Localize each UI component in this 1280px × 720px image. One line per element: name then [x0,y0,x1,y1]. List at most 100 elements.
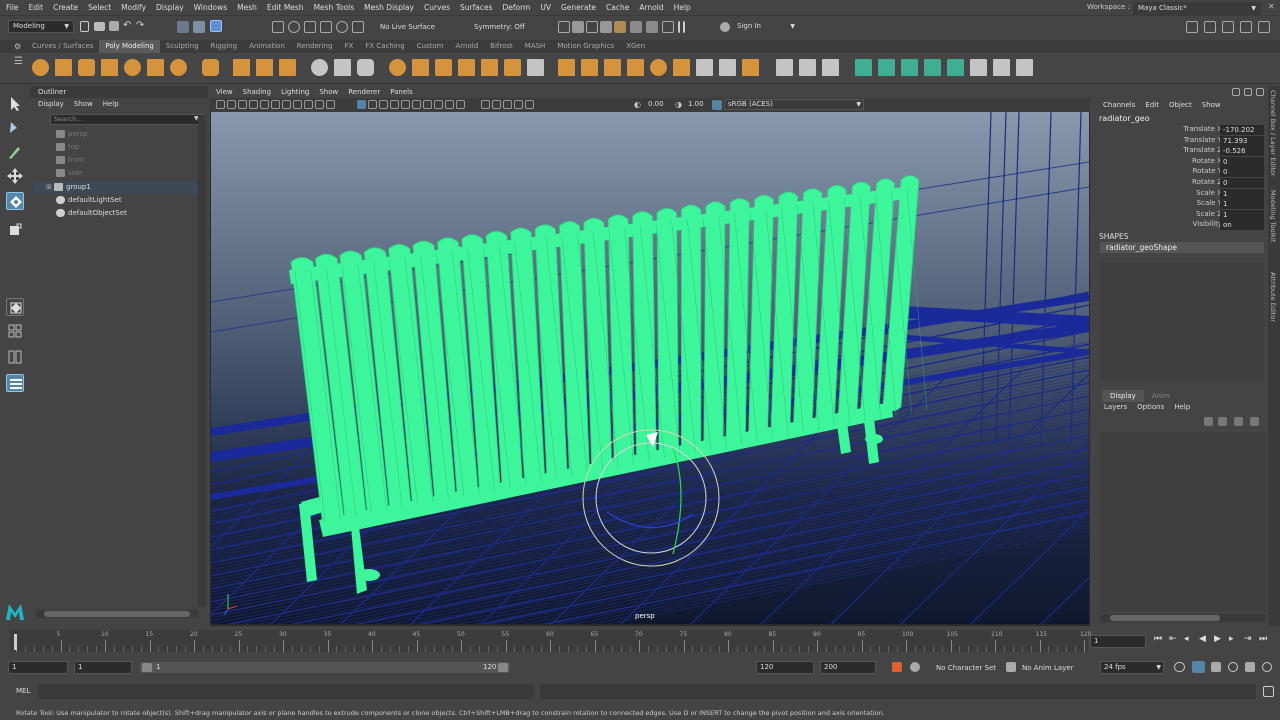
channel-row-visibility[interactable]: Visibility on [1096,220,1264,231]
channel-value[interactable]: 71.393 [1220,135,1264,146]
xray-components-icon[interactable] [514,100,523,109]
outliner-item[interactable]: defaultLightSet [34,194,198,207]
transfer-attributes-icon[interactable] [878,59,895,76]
toggle-attribute-editor-icon[interactable] [1204,21,1216,33]
panel-close-icon[interactable] [1256,88,1264,96]
viewport-menu-show[interactable]: Show [319,88,338,96]
workspace-dropdown[interactable]: Maya Classic* ▼ [1133,2,1261,15]
channel-row-rotate-y[interactable]: Rotate Y0 [1096,167,1264,178]
layer-menu-layers[interactable]: Layers [1104,403,1127,411]
menu-deform[interactable]: Deform [497,1,535,15]
anti-aliasing-icon[interactable] [445,100,454,109]
magnet-icon[interactable] [352,21,364,33]
redo-icon[interactable]: ↷ [136,20,144,31]
outliner-scrollbar[interactable] [36,610,198,618]
insert-edge-loop-icon[interactable] [673,59,690,76]
pin-icon[interactable] [1232,88,1240,96]
layer-tab-display[interactable]: Display [1102,390,1144,402]
outliner-item[interactable]: persp [34,128,198,141]
multi-cut-icon[interactable] [650,59,667,76]
shelf-tab-bifrost[interactable]: Bifrost [484,40,519,53]
extract-icon[interactable] [412,59,429,76]
render-frame-icon[interactable] [558,21,570,33]
snap-surface-icon[interactable] [336,21,348,33]
channel-value[interactable]: 1 [1220,199,1264,210]
wireframe-on-shaded-icon[interactable] [379,100,388,109]
channel-label[interactable]: Rotate X [1142,157,1222,165]
shelf-tab-fx[interactable]: FX [339,40,360,53]
channel-label[interactable]: Visibility [1142,220,1222,228]
platonic-solid-icon[interactable] [202,59,219,76]
poly-plane-icon[interactable] [147,59,164,76]
gate-mask-icon[interactable] [293,100,302,109]
exposure-field[interactable]: 0.00 [644,99,668,110]
gamma-field[interactable]: 1.00 [684,99,708,110]
save-scene-icon[interactable] [109,21,119,31]
shelf-tab-rendering[interactable]: Rendering [291,40,339,53]
safe-title-icon[interactable] [326,100,335,109]
toggle-outliner-icon[interactable] [1186,21,1198,33]
poly-cylinder-icon[interactable] [78,59,95,76]
command-language-label[interactable]: MEL [16,687,30,695]
viewport-panel[interactable]: View Shading Lighting Show Renderer Panels ◐ … [210,86,1090,626]
channel-row-translate-y[interactable]: Translate Y 71.393 [1096,135,1264,146]
menu-create[interactable]: Create [48,1,83,15]
text-tool-icon[interactable] [256,59,273,76]
layer-move-down-icon[interactable] [1218,417,1227,426]
channel-row-rotate-z[interactable]: Rotate Z0 [1096,178,1264,188]
channel-row-translate-x[interactable]: Translate X -170.202 [1096,125,1264,135]
pivot-tool-icon[interactable] [311,59,328,76]
channel-label[interactable]: Translate X [1142,125,1222,133]
menu-generate[interactable]: Generate [556,1,601,15]
menu-arnold[interactable]: Arnold [634,1,668,15]
step-forward-icon[interactable]: ▸ [1229,634,1234,644]
channel-value[interactable]: 0 [1220,156,1264,167]
menu-curves[interactable]: Curves [419,1,455,15]
image-plane-icon[interactable] [249,100,258,109]
anim-layer-icon[interactable] [1006,662,1016,672]
layer-menu-options[interactable]: Options [1137,403,1164,411]
menu-help[interactable]: Help [669,1,696,15]
menu-uv[interactable]: UV [535,1,556,15]
gamma-icon[interactable]: ◑ [675,100,682,109]
range-display-icon[interactable] [1192,661,1205,673]
camera-attributes-icon[interactable] [227,100,236,109]
step-back-icon[interactable]: ◂ [1184,634,1189,644]
poly-disc-icon[interactable] [170,59,187,76]
cylindrical-mapping-icon[interactable] [947,59,964,76]
current-frame-field[interactable]: 1 [1090,635,1146,648]
pause-icon[interactable] [678,21,685,33]
mirror-icon[interactable] [458,59,475,76]
new-scene-icon[interactable] [80,21,89,32]
playback-end-field[interactable]: 120 [756,661,814,674]
poly-cone-icon[interactable] [101,59,118,76]
sculpt-icon[interactable] [776,59,793,76]
poly-torus-icon[interactable] [124,59,141,76]
layout-single-icon[interactable] [6,322,24,340]
play-forward-icon[interactable]: ▶ [1214,634,1221,644]
resolution-gate-icon[interactable] [282,100,291,109]
snap-grid-icon[interactable] [272,21,284,33]
ambient-occlusion-icon[interactable] [423,100,432,109]
motion-blur-icon[interactable] [434,100,443,109]
layer-move-up-icon[interactable] [1204,417,1213,426]
shelf-tab-fx-caching[interactable]: FX Caching [359,40,410,53]
append-polygon-icon[interactable] [627,59,644,76]
menu-mesh-display[interactable]: Mesh Display [359,1,419,15]
paint-select-tool-icon[interactable] [6,143,24,161]
current-time-marker[interactable] [14,634,17,650]
outliner-menu-display[interactable]: Display [38,100,64,108]
menu-cache[interactable]: Cache [601,1,634,15]
lasso-tool-icon[interactable] [6,119,24,137]
snap-curve-icon[interactable] [288,21,300,33]
live-surface-label[interactable]: No Live Surface [380,23,435,31]
radiator-section[interactable] [681,204,702,455]
scale-tool-icon[interactable] [6,221,24,239]
combine-icon[interactable] [389,59,406,76]
xray-joints-icon[interactable] [503,100,512,109]
crease-icon[interactable] [822,59,839,76]
channel-label[interactable]: Rotate Y [1142,167,1222,175]
side-tab-modeling-toolkit[interactable]: Modeling Toolkit [1269,190,1277,242]
unfold-icon[interactable] [993,59,1010,76]
anim-end-field[interactable]: 200 [820,661,876,674]
